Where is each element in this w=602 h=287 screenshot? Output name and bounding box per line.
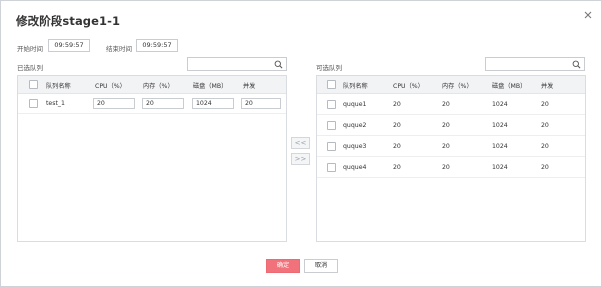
memory-value: 20	[442, 101, 450, 108]
memory-value: 20	[442, 122, 450, 129]
modify-stage-dialog: 修改阶段stage1-1 开始时间 09:59:57 结束时间 09:59:57…	[0, 0, 602, 287]
memory-value: 20	[442, 164, 450, 171]
table-row[interactable]: test_1 20 20 1024 20	[18, 94, 286, 114]
table-row[interactable]: quque2 20 20 1024 20	[317, 115, 585, 136]
move-right-button[interactable]: >>	[291, 153, 310, 165]
row-checkbox[interactable]	[327, 163, 336, 172]
memory-value: 20	[442, 143, 450, 150]
start-time-label: 开始时间	[17, 45, 43, 53]
column-header: 并发	[243, 83, 256, 90]
disk-input[interactable]: 1024	[192, 98, 234, 109]
disk-value: 1024	[492, 143, 508, 150]
search-icon[interactable]	[274, 60, 283, 69]
table-row[interactable]: quque4 20 20 1024 20	[317, 157, 585, 178]
column-header: CPU（%）	[95, 83, 126, 90]
column-header: CPU（%）	[393, 83, 424, 90]
concurrency-value: 20	[541, 143, 549, 150]
row-checkbox[interactable]	[327, 142, 336, 151]
disk-value: 1024	[492, 164, 508, 171]
column-header: 内存（%）	[143, 83, 174, 90]
selected-queues-table: 队列名称 CPU（%） 内存（%） 磁盘（MB） 并发 test_1 20 20…	[17, 75, 287, 242]
row-checkbox[interactable]	[327, 100, 336, 109]
table-header: 队列名称 CPU（%） 内存（%） 磁盘（MB） 并发	[317, 76, 585, 94]
queue-name: quque4	[343, 164, 367, 171]
queue-name: quque2	[343, 122, 367, 129]
column-header: 并发	[541, 83, 554, 90]
column-header: 磁盘（MB）	[492, 83, 527, 90]
cpu-value: 20	[393, 143, 401, 150]
selected-search-input[interactable]	[187, 57, 287, 71]
row-checkbox[interactable]	[29, 99, 38, 108]
disk-value: 1024	[492, 122, 508, 129]
cpu-input[interactable]: 20	[93, 98, 135, 109]
cancel-button[interactable]: 取消	[304, 259, 338, 273]
select-all-checkbox[interactable]	[29, 80, 38, 89]
column-header: 队列名称	[46, 83, 71, 90]
row-checkbox[interactable]	[327, 121, 336, 130]
table-row[interactable]: quque3 20 20 1024 20	[317, 136, 585, 157]
memory-input[interactable]: 20	[142, 98, 184, 109]
available-queues-table: 队列名称 CPU（%） 内存（%） 磁盘（MB） 并发 quque1 20 20…	[316, 75, 586, 242]
end-time-field[interactable]: 09:59:57	[136, 39, 178, 52]
cpu-value: 20	[393, 101, 401, 108]
search-icon[interactable]	[572, 60, 581, 69]
concurrency-value: 20	[541, 101, 549, 108]
concurrency-value: 20	[541, 164, 549, 171]
column-header: 队列名称	[343, 83, 368, 90]
concurrency-value: 20	[541, 122, 549, 129]
selected-queues-label: 已选队列	[17, 64, 43, 72]
queue-name: quque3	[343, 143, 367, 150]
table-row[interactable]: quque1 20 20 1024 20	[317, 94, 585, 115]
available-queues-label: 可选队列	[316, 64, 342, 72]
available-search-input[interactable]	[485, 57, 585, 71]
select-all-checkbox[interactable]	[327, 80, 336, 89]
end-time-label: 结束时间	[106, 45, 132, 53]
dialog-title: 修改阶段stage1-1	[16, 14, 121, 28]
move-left-button[interactable]: <<	[291, 137, 310, 149]
column-header: 内存（%）	[442, 83, 473, 90]
cpu-value: 20	[393, 164, 401, 171]
close-icon[interactable]	[581, 8, 595, 22]
cpu-value: 20	[393, 122, 401, 129]
confirm-button[interactable]: 确定	[266, 259, 300, 273]
start-time-field[interactable]: 09:59:57	[48, 39, 90, 52]
queue-name: test_1	[46, 100, 65, 107]
disk-value: 1024	[492, 101, 508, 108]
column-header: 磁盘（MB）	[193, 83, 228, 90]
concurrency-input[interactable]: 20	[241, 98, 281, 109]
queue-name: quque1	[343, 101, 367, 108]
table-header: 队列名称 CPU（%） 内存（%） 磁盘（MB） 并发	[18, 76, 286, 94]
